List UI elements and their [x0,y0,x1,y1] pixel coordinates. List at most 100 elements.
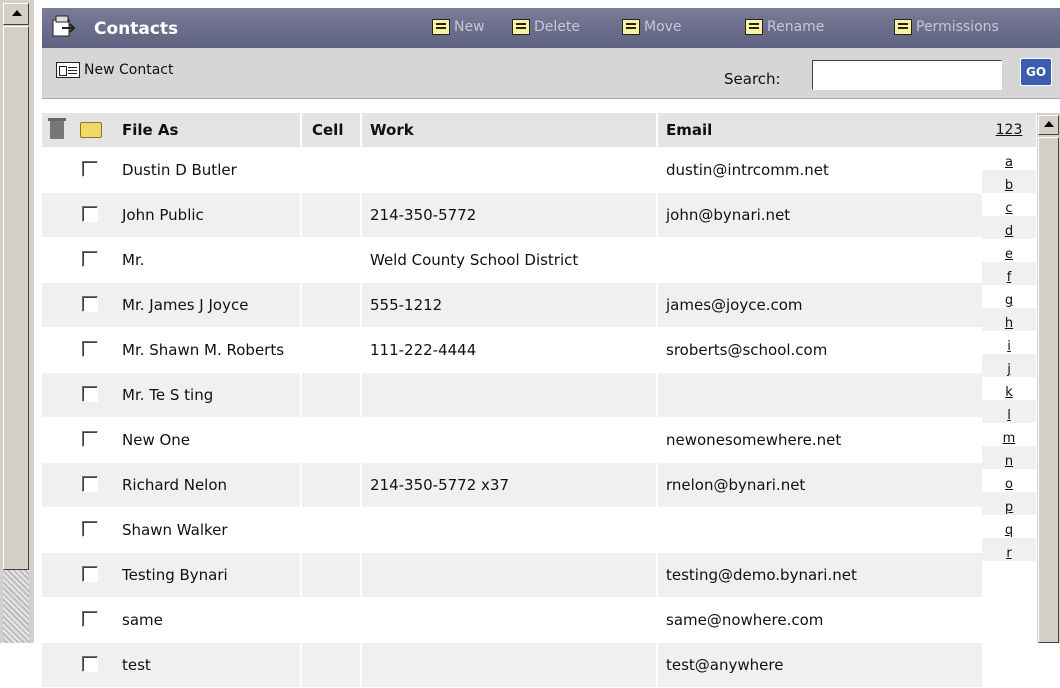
file-as-cell[interactable]: Shawn Walker [122,508,292,552]
email-cell[interactable] [666,373,966,417]
table-row[interactable]: New One newonesomewhere.net [42,418,982,463]
scroll-up-arrow[interactable] [3,3,29,25]
letter-index-j[interactable]: j [982,354,1036,377]
file-as-cell[interactable]: test [122,643,292,687]
letter-index-d[interactable]: d [982,216,1036,239]
column-header-file-as[interactable]: File As [122,113,178,147]
scroll-thumb[interactable] [1038,137,1059,643]
email-cell[interactable]: newonesomewhere.net [666,418,966,462]
email-cell[interactable]: test@anywhere [666,643,966,687]
row-checkbox[interactable] [82,521,98,537]
row-checkbox[interactable] [82,296,98,312]
table-row[interactable]: Richard Nelon 214-350-5772 x37 rnelon@byna… [42,463,982,508]
go-button[interactable]: GO [1020,58,1052,86]
column-divider [360,373,362,417]
row-checkbox[interactable] [82,611,98,627]
row-checkbox[interactable] [82,566,98,582]
row-checkbox[interactable] [82,656,98,672]
move-folder-button[interactable]: Move [622,19,682,35]
table-row[interactable]: Testing Bynari testing@demo.bynari.net [42,553,982,598]
row-checkbox[interactable] [82,161,98,177]
letter-index-q[interactable]: q [982,515,1036,538]
letter-index-numbers[interactable]: 123 [982,113,1036,147]
cell-phone-cell [312,598,352,642]
letter-index-n[interactable]: n [982,446,1036,469]
column-divider [300,193,302,237]
rename-folder-button[interactable]: Rename [745,19,824,35]
row-checkbox[interactable] [82,206,98,222]
work-cell [370,553,660,597]
table-row[interactable]: Dustin D Butler dustin@intrcomm.net [42,148,982,193]
file-as-cell[interactable]: Mr. [122,238,292,282]
email-cell[interactable]: john@bynari.net [666,193,966,237]
table-scrollbar[interactable] [1037,113,1060,643]
search-input[interactable] [812,60,1002,90]
column-divider [360,283,362,327]
row-checkbox[interactable] [82,251,98,267]
letter-index-b[interactable]: b [982,170,1036,193]
row-checkbox[interactable] [82,386,98,402]
page-title: Contacts [94,19,179,39]
email-cell[interactable]: james@joyce.com [666,283,966,327]
folder-icon[interactable] [80,122,102,138]
row-checkbox[interactable] [82,341,98,357]
letter-index-l[interactable]: l [982,400,1036,423]
file-as-cell[interactable]: Testing Bynari [122,553,292,597]
cell-phone-cell [312,508,352,552]
file-as-cell[interactable]: New One [122,418,292,462]
scroll-up-arrow[interactable] [1038,115,1059,135]
trash-icon[interactable] [48,118,66,139]
table-row[interactable]: test test@anywhere [42,643,982,688]
email-cell[interactable] [666,508,966,552]
email-cell[interactable]: dustin@intrcomm.net [666,148,966,192]
table-row[interactable]: same same@nowhere.com [42,598,982,643]
letter-index-o[interactable]: o [982,469,1036,492]
email-cell[interactable]: testing@demo.bynari.net [666,553,966,597]
table-row[interactable]: Shawn Walker [42,508,982,553]
letter-index-c[interactable]: c [982,193,1036,216]
email-cell[interactable]: same@nowhere.com [666,598,966,642]
file-as-cell[interactable]: Richard Nelon [122,463,292,507]
letter-index-p[interactable]: p [982,492,1036,515]
file-as-cell[interactable]: same [122,598,292,642]
letter-index-f[interactable]: f [982,262,1036,285]
email-cell[interactable]: sroberts@school.com [666,328,966,372]
table-row[interactable]: John Public 214-350-5772 john@bynari.net [42,193,982,238]
table-row[interactable]: Mr. Te S ting [42,373,982,418]
column-header-work[interactable]: Work [370,113,414,147]
letter-index-g[interactable]: g [982,285,1036,308]
new-folder-button[interactable]: New [432,19,485,35]
file-as-cell[interactable]: Mr. James J Joyce [122,283,292,327]
letter-index-e[interactable]: e [982,239,1036,262]
letter-index-k[interactable]: k [982,377,1036,400]
scroll-track[interactable] [3,570,29,643]
permissions-button[interactable]: Permissions [894,19,999,35]
row-checkbox[interactable] [82,476,98,492]
column-header-cell[interactable]: Cell [312,113,343,147]
file-as-cell[interactable]: Mr. Shawn M. Roberts [122,328,292,372]
email-cell[interactable] [666,238,966,282]
permissions-icon [894,19,912,35]
table-row[interactable]: Mr. Shawn M. Roberts 111-222-4444 sroberts… [42,328,982,373]
work-cell: Weld County School District [370,251,579,269]
table-row[interactable]: Mr. James J Joyce 555-1212 james@joyce.com [42,283,982,328]
table-row[interactable]: Mr. Weld County School District [42,238,982,283]
scroll-thumb[interactable] [3,26,29,570]
file-as-cell[interactable]: Mr. Te S ting [122,373,292,417]
letter-index-a[interactable]: a [982,147,1036,170]
letter-index-i[interactable]: i [982,331,1036,354]
file-as-cell[interactable]: Dustin D Butler [122,148,292,192]
column-divider [360,113,362,147]
row-checkbox[interactable] [82,431,98,447]
file-as-cell[interactable]: John Public [122,193,292,237]
cell-phone-cell [312,283,352,327]
letter-index-r[interactable]: r [982,538,1036,561]
new-contact-button[interactable]: New Contact [56,62,173,78]
column-header-email[interactable]: Email [666,113,712,147]
email-cell[interactable]: rnelon@bynari.net [666,463,966,507]
delete-folder-button[interactable]: Delete [512,19,580,35]
contacts-folder-icon [52,15,76,37]
letter-index-m[interactable]: m [982,423,1036,446]
outer-scrollbar[interactable] [0,0,34,643]
letter-index-h[interactable]: h [982,308,1036,331]
